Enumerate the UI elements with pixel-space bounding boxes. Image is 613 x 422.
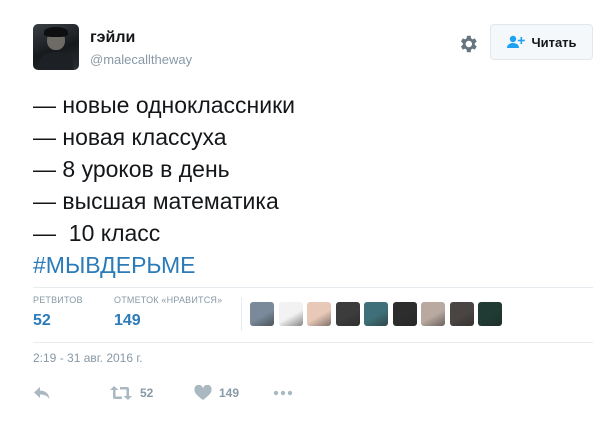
retweets-count: 52	[33, 312, 51, 329]
tweet-line: — высшая математика	[33, 188, 279, 214]
tweet-text: — новые одноклассники — новая классуха —…	[33, 89, 593, 281]
add-user-icon	[507, 35, 526, 48]
tweet-timestamp[interactable]: 2:19 - 31 авг. 2016 г.	[33, 351, 143, 365]
liker-avatar-2[interactable]	[278, 302, 303, 326]
more-button[interactable]	[273, 381, 293, 405]
liker-avatar-9[interactable]	[478, 302, 502, 326]
retweet-button[interactable]: 52	[109, 381, 153, 405]
divider	[33, 342, 593, 343]
like-count: 149	[219, 386, 240, 400]
retweets-label: РЕТВИТОВ	[33, 295, 83, 305]
likes-stat[interactable]: ОТМЕТОК «НРАВИТСЯ» 149	[114, 295, 222, 330]
reply-icon	[34, 387, 50, 399]
tweet-line: — 8 уроков в день	[33, 156, 230, 182]
tweet-stats: РЕТВИТОВ 52 ОТМЕТОК «НРАВИТСЯ» 149	[33, 295, 593, 339]
retweets-stat[interactable]: РЕТВИТОВ 52	[33, 295, 83, 330]
author-avatar[interactable]	[33, 24, 79, 70]
liker-avatar-7[interactable]	[421, 302, 445, 326]
liker-avatar-5[interactable]	[364, 302, 388, 326]
gear-icon[interactable]	[457, 33, 479, 55]
author-name[interactable]: гэйли	[90, 29, 135, 47]
tweet-line: — новая классуха	[33, 124, 227, 150]
retweet-icon	[110, 386, 132, 400]
liker-avatar-6[interactable]	[392, 302, 417, 326]
tweet-line: — новые одноклассники	[33, 92, 296, 118]
heart-icon	[194, 385, 212, 400]
tweet-header: гэйли @malecalltheway Читать	[33, 24, 593, 74]
author-handle[interactable]: @malecalltheway	[90, 52, 192, 67]
likers-list	[250, 302, 507, 328]
follow-button-label: Читать	[531, 34, 577, 50]
likes-count: 149	[114, 312, 141, 329]
liker-avatar-4[interactable]	[335, 302, 360, 326]
likes-label: ОТМЕТОК «НРАВИТСЯ»	[114, 295, 223, 305]
hashtag-link[interactable]: #МЫВДЕРЬМЕ	[33, 249, 593, 281]
follow-button[interactable]: Читать	[490, 24, 593, 60]
reply-button[interactable]	[33, 381, 51, 405]
more-icon	[273, 390, 293, 396]
liker-avatar-8[interactable]	[449, 302, 474, 326]
tweet-actions: 52 149	[33, 381, 593, 405]
liker-avatar-1[interactable]	[250, 302, 274, 326]
divider	[33, 287, 593, 288]
liker-avatar-3[interactable]	[307, 302, 331, 326]
tweet-line: — 10 класс	[33, 220, 161, 246]
retweet-count: 52	[140, 386, 154, 400]
like-button[interactable]: 149	[194, 381, 239, 405]
stats-divider	[241, 297, 242, 331]
